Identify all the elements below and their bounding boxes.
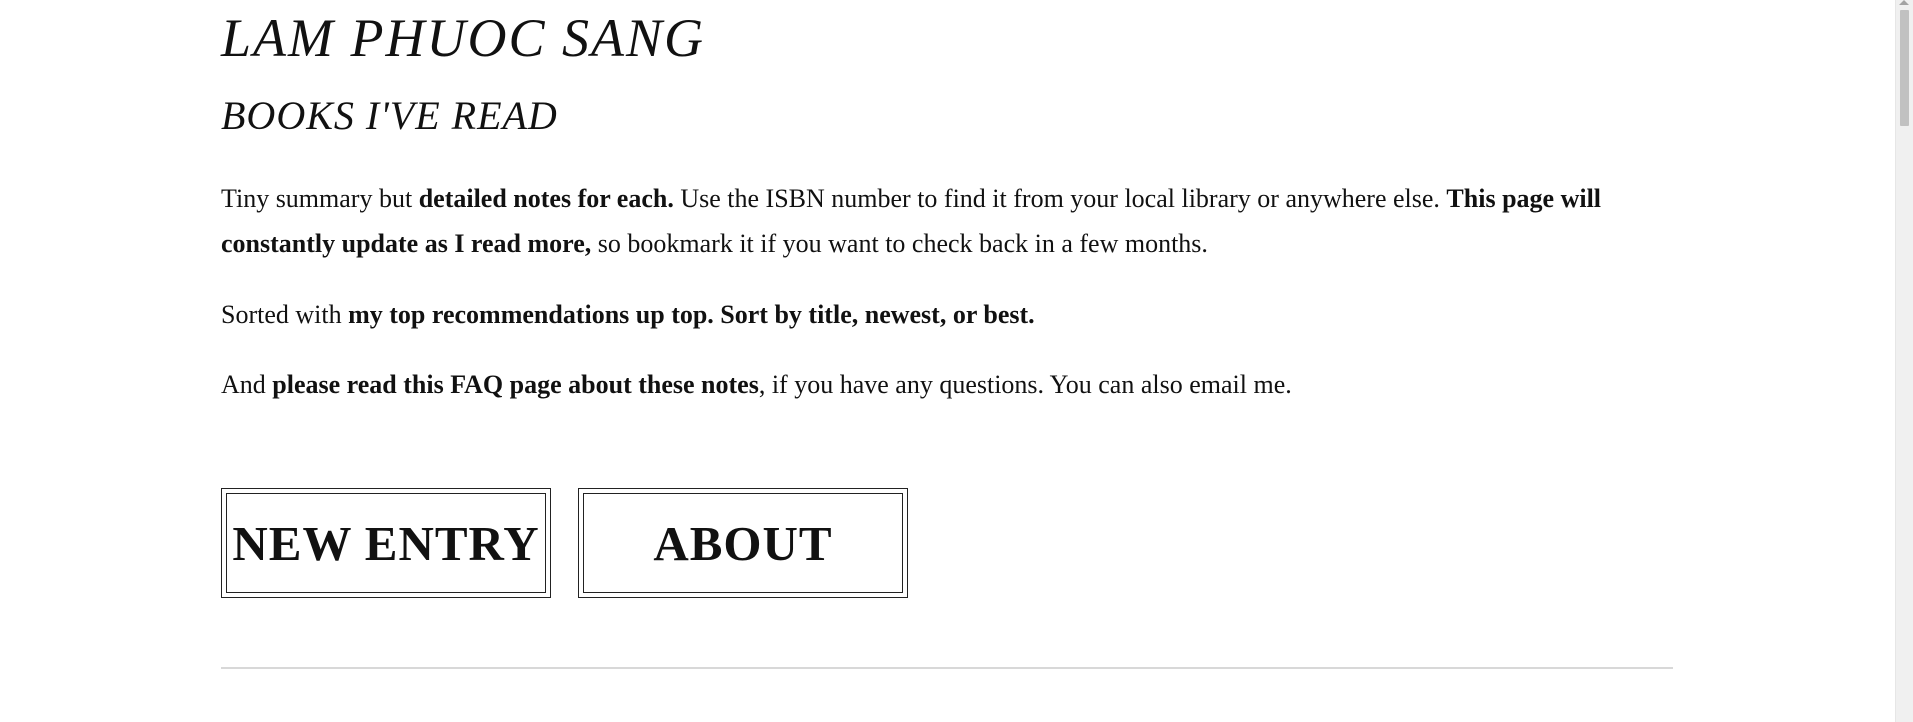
body-text: And (221, 370, 273, 399)
emphasis-text: please read this FAQ page about these no… (272, 370, 759, 399)
body-text: Sorted with (221, 300, 349, 329)
section-divider (221, 667, 1673, 669)
body-text: so bookmark it if you want to check back… (591, 229, 1208, 258)
new-entry-button[interactable]: NEW ENTRY (221, 488, 551, 598)
body-text: , if you have any questions. You can als… (758, 370, 1292, 399)
emphasis-text: detailed notes for each. (418, 184, 674, 213)
page-title: BOOKS I'VE READ (221, 93, 558, 138)
intro-paragraph-sorting: Sorted with my top recommendations up to… (221, 292, 1661, 337)
scrollbar-thumb[interactable] (1900, 10, 1909, 126)
intro-paragraph-faq: And please read this FAQ page about thes… (221, 362, 1661, 407)
scroll-up-arrow-icon[interactable] (1899, 0, 1909, 5)
vertical-scrollbar[interactable] (1895, 0, 1913, 722)
body-text: Tiny summary but (221, 184, 419, 213)
emphasis-text: my top recommendations up top. Sort by t… (348, 300, 1035, 329)
site-title[interactable]: LAM PHUOC SANG (221, 8, 705, 68)
body-text: Use the ISBN number to find it from your… (673, 184, 1447, 213)
about-button[interactable]: ABOUT (578, 488, 908, 598)
intro-paragraph-summary: Tiny summary but detailed notes for each… (221, 176, 1661, 266)
